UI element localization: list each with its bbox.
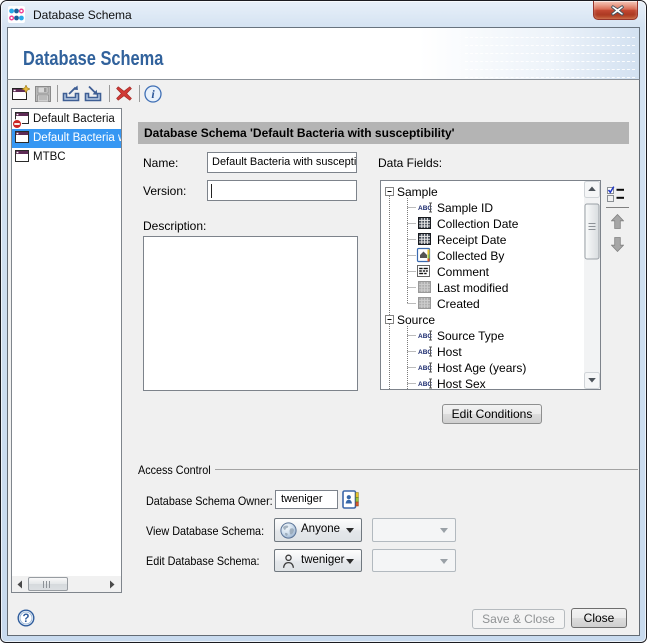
svg-text:?: ? [22,613,29,625]
